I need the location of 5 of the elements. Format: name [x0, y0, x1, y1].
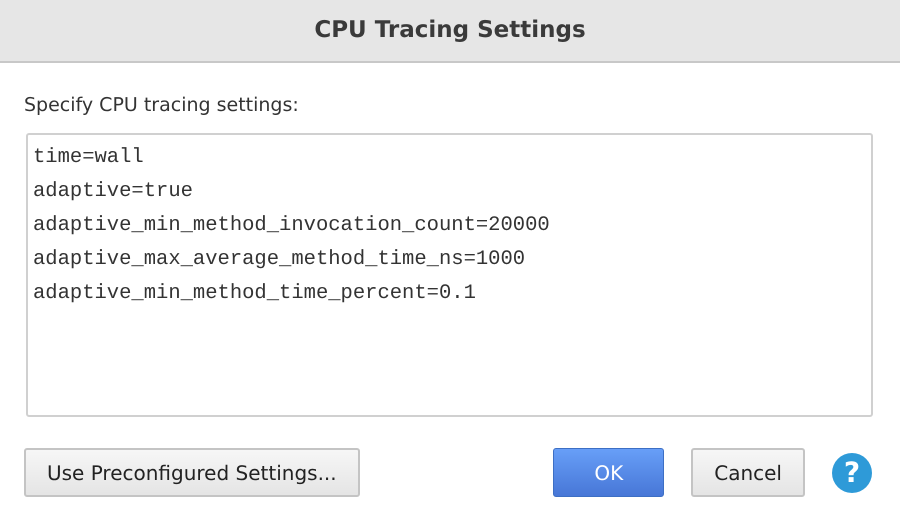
preconfigured-settings-button[interactable]: Use Preconfigured Settings...	[24, 448, 360, 497]
prompt-text: Specify CPU tracing settings:	[24, 94, 299, 116]
settings-text-area[interactable]: time=wall adaptive=true adaptive_min_method_invocation_count=20000 adaptive_max_average_method_time_ns=1000 adaptive_min_method_time_percent=0.1	[26, 133, 873, 417]
cancel-button[interactable]: Cancel	[691, 448, 805, 497]
window-title: CPU Tracing Settings	[314, 16, 586, 46]
